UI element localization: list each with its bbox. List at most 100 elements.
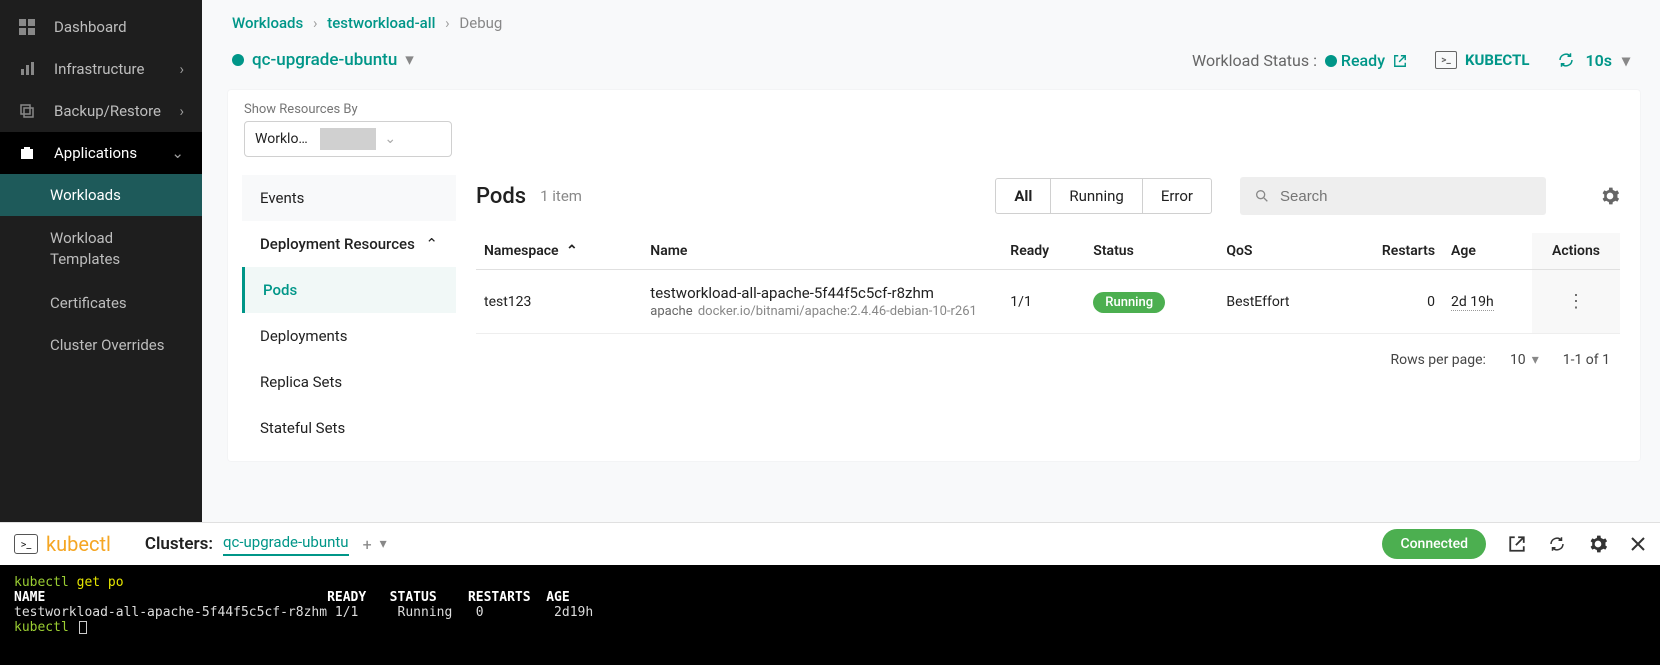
breadcrumb-workloads[interactable]: Workloads (232, 14, 303, 32)
caret-down-icon: ▾ (1532, 352, 1539, 368)
gear-icon[interactable] (1588, 534, 1608, 554)
sidebar-item-backup-restore[interactable]: Backup/Restore › (0, 90, 202, 132)
pods-table: Namespace ⌃ Name Ready Status QoS Restar… (476, 233, 1620, 334)
close-icon[interactable] (1630, 536, 1646, 552)
sidebar: Dashboard Infrastructure › Backup/Restor… (0, 0, 202, 522)
col-namespace[interactable]: Namespace ⌃ (476, 233, 642, 270)
infrastructure-icon (18, 60, 36, 78)
chevron-right-icon: › (179, 60, 184, 78)
cell-qos: BestEffort (1218, 270, 1338, 334)
sidebar-item-infrastructure[interactable]: Infrastructure › (0, 48, 202, 90)
sidebar-sub-workloads[interactable]: Workloads (0, 174, 202, 216)
cell-ready: 1/1 (1002, 270, 1085, 334)
sidebar-item-label: Dashboard (54, 18, 127, 36)
resource-nav-replica-sets[interactable]: Replica Sets (242, 359, 456, 405)
panel-title: Pods (476, 184, 526, 209)
col-ready[interactable]: Ready (1002, 233, 1085, 270)
chevron-up-icon: ⌃ (425, 235, 438, 253)
terminal-toolbar: >_ kubectl Clusters: qc-upgrade-ubuntu +… (0, 522, 1660, 565)
header-row: qc-upgrade-ubuntu ▾ Workload Status : Re… (202, 32, 1660, 90)
open-external-icon[interactable] (1393, 51, 1407, 70)
row-actions-button[interactable]: ⋮ (1567, 291, 1585, 312)
resource-nav: Events Deployment Resources ⌃ Pods Deplo… (228, 167, 456, 459)
breadcrumb-current: Debug (459, 14, 502, 32)
rows-per-page-label: Rows per page: (1390, 352, 1485, 368)
terminal-icon: >_ (14, 534, 38, 554)
breadcrumb: Workloads › testworkload-all › Debug (202, 0, 1660, 32)
sidebar-sub-certificates[interactable]: Certificates (0, 282, 202, 324)
cell-restarts: 0 (1338, 270, 1443, 334)
col-status[interactable]: Status (1085, 233, 1218, 270)
sidebar-sub-workload-templates[interactable]: Workload Templates (0, 216, 202, 282)
col-age[interactable]: Age (1443, 233, 1532, 270)
dashboard-icon (18, 18, 36, 36)
sidebar-sub-cluster-overrides[interactable]: Cluster Overrides (0, 324, 202, 366)
search-icon (1254, 188, 1270, 204)
cluster-menu-caret[interactable]: ▾ (380, 536, 387, 552)
status-badge: Running (1093, 292, 1165, 313)
col-actions: Actions (1532, 233, 1620, 270)
resources-card: Show Resources By Workload(testworkloa… … (228, 90, 1640, 461)
rows-per-page-select[interactable]: 10 ▾ (1510, 352, 1539, 368)
resource-panel: Pods 1 item All Running Error (456, 167, 1640, 459)
status-value: Ready (1341, 51, 1385, 70)
show-resources-label: Show Resources By (244, 102, 1624, 117)
table-settings-button[interactable] (1600, 186, 1620, 206)
cell-actions: ⋮ (1532, 270, 1620, 334)
filter-seg-error[interactable]: Error (1143, 179, 1211, 213)
main-content: Workloads › testworkload-all › Debug qc-… (202, 0, 1660, 522)
table-row: test123 testworkload-all-apache-5f44f5c5… (476, 270, 1620, 334)
caret-down-icon: ▾ (1622, 51, 1630, 70)
col-restarts[interactable]: Restarts (1338, 233, 1443, 270)
chevron-right-icon: › (179, 102, 184, 120)
refresh-interval-selector[interactable]: 10s ▾ (1557, 51, 1630, 70)
pagination-range: 1-1 of 1 (1563, 352, 1610, 368)
resource-filter-select[interactable]: Workload(testworkloa… ⌄ (244, 121, 452, 157)
filter-seg-all[interactable]: All (996, 179, 1051, 213)
sidebar-item-label: Applications (54, 144, 137, 162)
sidebar-item-applications[interactable]: Applications ⌄ (0, 132, 202, 174)
terminal-icon: >_ (1435, 51, 1457, 69)
cluster-tab[interactable]: qc-upgrade-ubuntu (223, 533, 349, 556)
breadcrumb-sep: › (313, 14, 318, 32)
col-name[interactable]: Name (642, 233, 1002, 270)
resource-nav-deployments[interactable]: Deployments (242, 313, 456, 359)
cell-name: testworkload-all-apache-5f44f5c5cf-r8zhm… (642, 270, 1002, 334)
search-input[interactable] (1280, 188, 1532, 205)
status-dot-icon (1325, 55, 1337, 67)
chevron-down-icon: ⌄ (384, 131, 441, 147)
sidebar-item-label: Infrastructure (54, 60, 144, 78)
terminal-output[interactable]: kubectl get po NAME READY STATUS RESTART… (0, 565, 1660, 665)
col-qos[interactable]: QoS (1218, 233, 1338, 270)
applications-icon (18, 144, 36, 162)
add-cluster-button[interactable]: + (363, 535, 372, 554)
refresh-icon (1557, 51, 1575, 69)
cell-namespace: test123 (476, 270, 642, 334)
sidebar-item-dashboard[interactable]: Dashboard (0, 6, 202, 48)
kubectl-button[interactable]: >_ KUBECTL (1435, 51, 1529, 69)
resource-nav-deployment-header[interactable]: Deployment Resources ⌃ (242, 221, 456, 267)
sidebar-item-label: Backup/Restore (54, 102, 161, 120)
backup-icon (18, 102, 36, 120)
chevron-down-icon: ⌄ (171, 144, 184, 162)
panel-item-count: 1 item (540, 187, 582, 205)
connection-status-badge: Connected (1382, 529, 1486, 559)
kubectl-brand: kubectl (46, 532, 111, 556)
filter-seg-running[interactable]: Running (1051, 179, 1142, 213)
resource-nav-events[interactable]: Events (242, 175, 456, 221)
cluster-name: qc-upgrade-ubuntu (252, 50, 397, 70)
breadcrumb-workload-name[interactable]: testworkload-all (327, 14, 435, 32)
refresh-icon[interactable] (1548, 535, 1566, 553)
workload-status: Workload Status : Ready (1192, 51, 1407, 70)
status-dot-icon (232, 54, 244, 66)
cluster-selector[interactable]: qc-upgrade-ubuntu ▾ (232, 50, 414, 70)
sort-asc-icon: ⌃ (566, 243, 578, 259)
cell-status: Running (1085, 270, 1218, 334)
open-external-icon[interactable] (1508, 535, 1526, 553)
caret-down-icon: ▾ (405, 50, 414, 70)
resource-nav-pods[interactable]: Pods (242, 267, 456, 313)
breadcrumb-sep: › (445, 14, 450, 32)
cell-age: 2d 19h (1443, 270, 1532, 334)
search-box[interactable] (1240, 177, 1546, 215)
resource-nav-stateful-sets[interactable]: Stateful Sets (242, 405, 456, 451)
